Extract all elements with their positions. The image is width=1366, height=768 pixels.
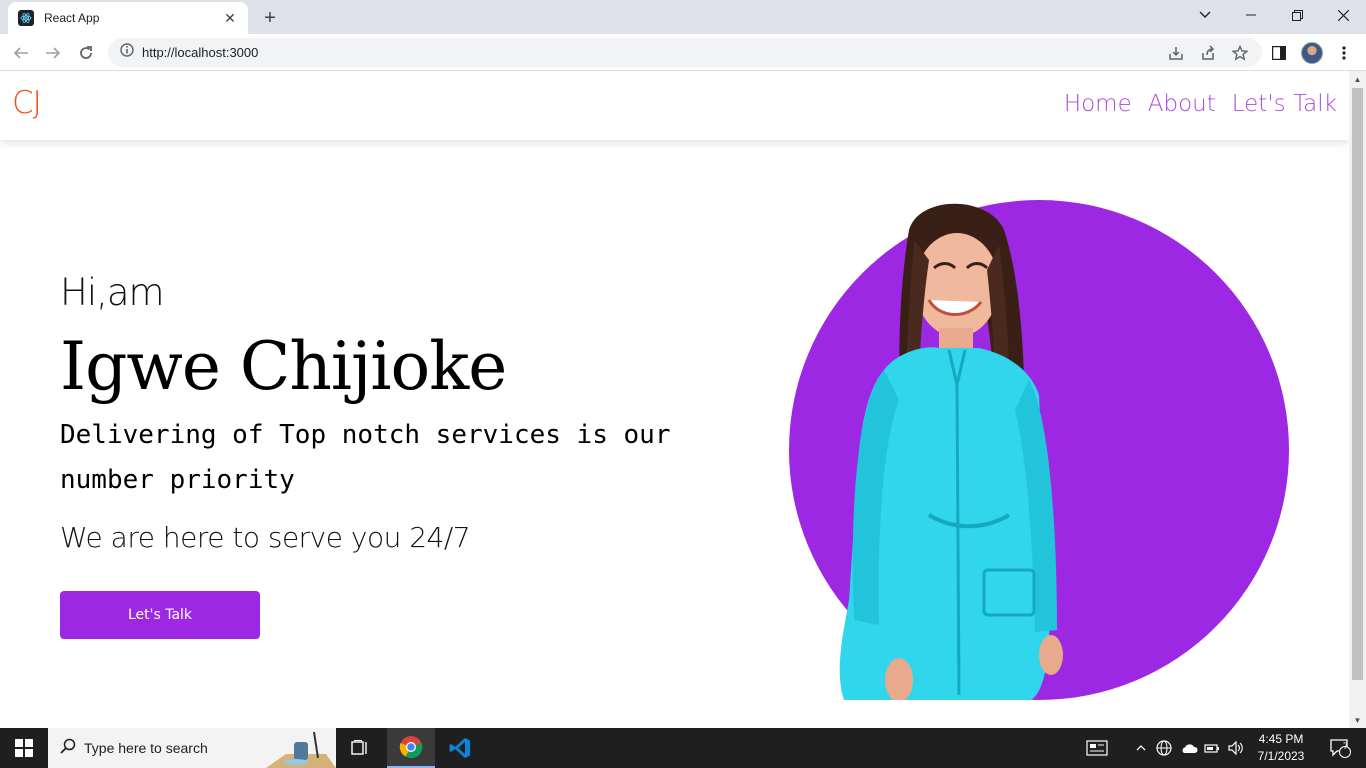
side-panel-icon[interactable] — [1266, 40, 1292, 66]
windows-start-icon[interactable] — [0, 728, 48, 768]
url-text: http://localhost:3000 — [142, 45, 259, 60]
tab-strip: React App ✕ + — [0, 0, 1366, 34]
page-scrollbar[interactable]: ▲ ▼ — [1349, 71, 1366, 728]
profile-avatar[interactable] — [1299, 40, 1325, 66]
tab-close-icon[interactable]: ✕ — [222, 10, 238, 26]
clock-date: 7/1/2023 — [1257, 749, 1305, 763]
tray-chevron-icon[interactable] — [1132, 728, 1150, 768]
install-app-icon[interactable] — [1166, 44, 1186, 62]
lets-talk-button[interactable]: Let's Talk — [60, 591, 260, 639]
taskbar-search[interactable]: Type here to search — [48, 728, 336, 768]
hero-subline: We are here to serve you 24/7 — [60, 521, 471, 554]
search-highlight-illustration — [266, 731, 336, 768]
windows-taskbar: Type here to search 4:45 PM 7/1/2023 7 — [0, 728, 1366, 768]
battery-icon[interactable] — [1202, 728, 1222, 768]
notification-center-icon[interactable]: 7 — [1320, 728, 1360, 768]
site-header: CJ Home About Let's Talk — [0, 71, 1349, 140]
react-icon — [18, 10, 34, 26]
back-icon[interactable] — [8, 40, 34, 66]
volume-icon[interactable] — [1226, 728, 1246, 768]
site-logo[interactable]: CJ — [12, 85, 42, 121]
taskbar-clock[interactable]: 4:45 PM 7/1/2023 — [1244, 731, 1318, 765]
nav-home-link[interactable]: Home — [1064, 91, 1132, 117]
bookmark-star-icon[interactable] — [1230, 44, 1250, 62]
search-icon — [60, 738, 76, 759]
avatar — [1301, 42, 1323, 64]
page-viewport: CJ Home About Let's Talk Hi,am Igwe Chij… — [0, 71, 1366, 728]
news-widget-icon[interactable] — [1082, 728, 1112, 768]
onedrive-cloud-icon[interactable] — [1178, 728, 1200, 768]
main-nav: Home About Let's Talk — [1064, 91, 1337, 117]
hero-greeting: Hi,am — [60, 271, 165, 314]
new-tab-button[interactable]: + — [258, 6, 282, 30]
address-bar[interactable]: http://localhost:3000 — [108, 38, 1262, 67]
browser-tab[interactable]: React App ✕ — [8, 2, 248, 34]
scroll-thumb[interactable] — [1352, 88, 1363, 680]
close-window-icon[interactable] — [1320, 0, 1366, 30]
task-view-icon[interactable] — [336, 728, 384, 768]
network-globe-icon[interactable] — [1154, 728, 1174, 768]
notification-count: 7 — [1343, 741, 1349, 751]
clock-time: 4:45 PM — [1258, 732, 1304, 746]
restore-icon[interactable] — [1274, 0, 1320, 30]
tab-search-icon[interactable] — [1192, 4, 1218, 26]
share-icon[interactable] — [1198, 44, 1218, 62]
hero-text: Hi,am Igwe Chijioke Delivering of Top no… — [60, 271, 760, 554]
hero-image — [789, 200, 1289, 702]
nav-lets-talk-link[interactable]: Let's Talk — [1232, 91, 1337, 117]
vscode-icon[interactable] — [436, 728, 484, 768]
scroll-up-icon[interactable]: ▲ — [1349, 71, 1366, 87]
reload-icon[interactable] — [73, 40, 99, 66]
browser-toolbar: http://localhost:3000 — [0, 34, 1366, 71]
search-placeholder: Type here to search — [84, 740, 208, 756]
minimize-icon[interactable] — [1228, 0, 1274, 30]
portrait-illustration — [789, 200, 1289, 702]
hero-tagline: Delivering of Top notch services is our … — [60, 420, 671, 495]
nav-about-link[interactable]: About — [1148, 91, 1216, 117]
tab-title: React App — [44, 11, 100, 25]
scroll-down-icon[interactable]: ▼ — [1349, 712, 1366, 728]
forward-icon[interactable] — [40, 40, 66, 66]
site-info-icon[interactable] — [120, 43, 134, 62]
browser-menu-icon[interactable] — [1331, 40, 1357, 66]
hero-name: Igwe Chijioke — [60, 328, 507, 405]
chrome-icon[interactable] — [387, 728, 435, 768]
